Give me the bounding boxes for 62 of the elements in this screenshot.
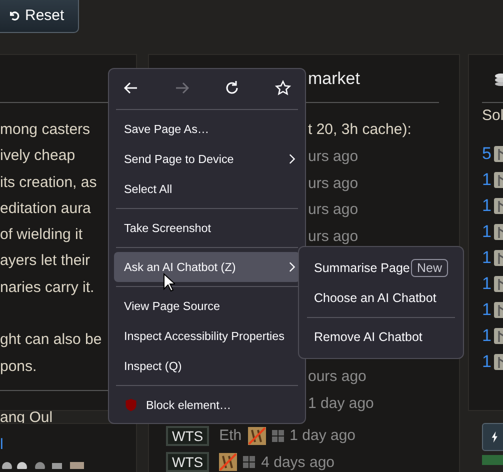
time-text: 1 day ago bbox=[290, 427, 356, 444]
menu-item[interactable]: Summarise Page New bbox=[305, 253, 457, 283]
description-text: editation aura bbox=[0, 200, 91, 217]
count-text: 5 bbox=[482, 144, 492, 164]
time-text: urs ago bbox=[308, 201, 358, 218]
time-text: urs ago bbox=[308, 148, 358, 166]
count-text: 1 bbox=[482, 274, 492, 294]
menu-item[interactable]: Remove AI Chatbot bbox=[305, 322, 457, 352]
windows-icon bbox=[243, 456, 256, 468]
time-text: 4 days ago bbox=[261, 454, 334, 471]
chevron-right-icon bbox=[289, 261, 296, 273]
description-text: ayers let their bbox=[0, 252, 90, 270]
undo-icon bbox=[9, 10, 20, 21]
item-name: Eth bbox=[219, 427, 242, 444]
menu-item[interactable]: Take Screenshot bbox=[114, 213, 300, 243]
menu-item[interactable]: Inspect Accessibility Properties bbox=[114, 321, 300, 351]
menu-item[interactable]: View Page Source bbox=[114, 291, 300, 321]
panel-title: market bbox=[308, 68, 360, 88]
wts-tag: WTS bbox=[166, 452, 210, 472]
time-text: ours ago bbox=[308, 368, 366, 386]
description-text: ively cheap bbox=[0, 147, 76, 164]
description-text: of wielding it bbox=[0, 226, 83, 244]
star-icon bbox=[274, 80, 291, 96]
cursor-icon bbox=[163, 273, 175, 292]
time-text: 1 day ago bbox=[308, 394, 374, 412]
description-text: pons. bbox=[0, 358, 37, 375]
lightning-icon bbox=[491, 431, 499, 443]
panel-title: l bbox=[0, 436, 4, 453]
cache-info: t 20, 3h cache): bbox=[308, 121, 412, 138]
item-icon bbox=[219, 453, 238, 472]
count-text: 1 bbox=[482, 170, 492, 190]
windows-icon bbox=[272, 430, 284, 442]
panel-strip bbox=[482, 455, 503, 465]
description-text: ght can also be bbox=[0, 331, 102, 348]
menu-item[interactable]: Choose an AI Chatbot bbox=[305, 283, 457, 313]
count-text: 1 bbox=[482, 196, 492, 216]
reset-button[interactable]: Reset bbox=[0, 0, 79, 33]
wts-tag: WTS bbox=[166, 426, 210, 446]
chevron-right-icon bbox=[289, 153, 296, 165]
count-text: 1 bbox=[482, 248, 492, 268]
description-text: naries carry it. bbox=[0, 278, 94, 296]
count-text: 1 bbox=[482, 326, 492, 346]
menu-item[interactable]: Block element… bbox=[114, 390, 300, 420]
menu-item[interactable]: Inspect (Q) bbox=[114, 351, 300, 381]
description-text: mong casters bbox=[0, 121, 90, 138]
time-text: urs ago bbox=[308, 228, 358, 245]
arrow-left-icon bbox=[123, 80, 139, 96]
arrow-right-icon bbox=[174, 80, 190, 96]
reload-icon bbox=[224, 80, 240, 96]
description-text: its creation, as bbox=[0, 174, 97, 191]
count-text: 1 bbox=[482, 352, 492, 372]
menu-item[interactable]: Select All bbox=[114, 174, 300, 204]
menu-item[interactable]: Save Page As… bbox=[114, 114, 300, 144]
shield-icon bbox=[124, 398, 138, 412]
menu-item[interactable]: Send Page to Device bbox=[114, 144, 300, 174]
new-badge: New bbox=[410, 259, 448, 277]
count-text: 1 bbox=[482, 300, 492, 320]
item-icon bbox=[248, 426, 266, 445]
count-text: 1 bbox=[482, 222, 492, 242]
time-text: urs ago bbox=[308, 174, 358, 192]
panel-title: Sol bbox=[482, 107, 503, 124]
menu-item[interactable]: Ask an AI Chatbot (Z) bbox=[114, 252, 300, 282]
